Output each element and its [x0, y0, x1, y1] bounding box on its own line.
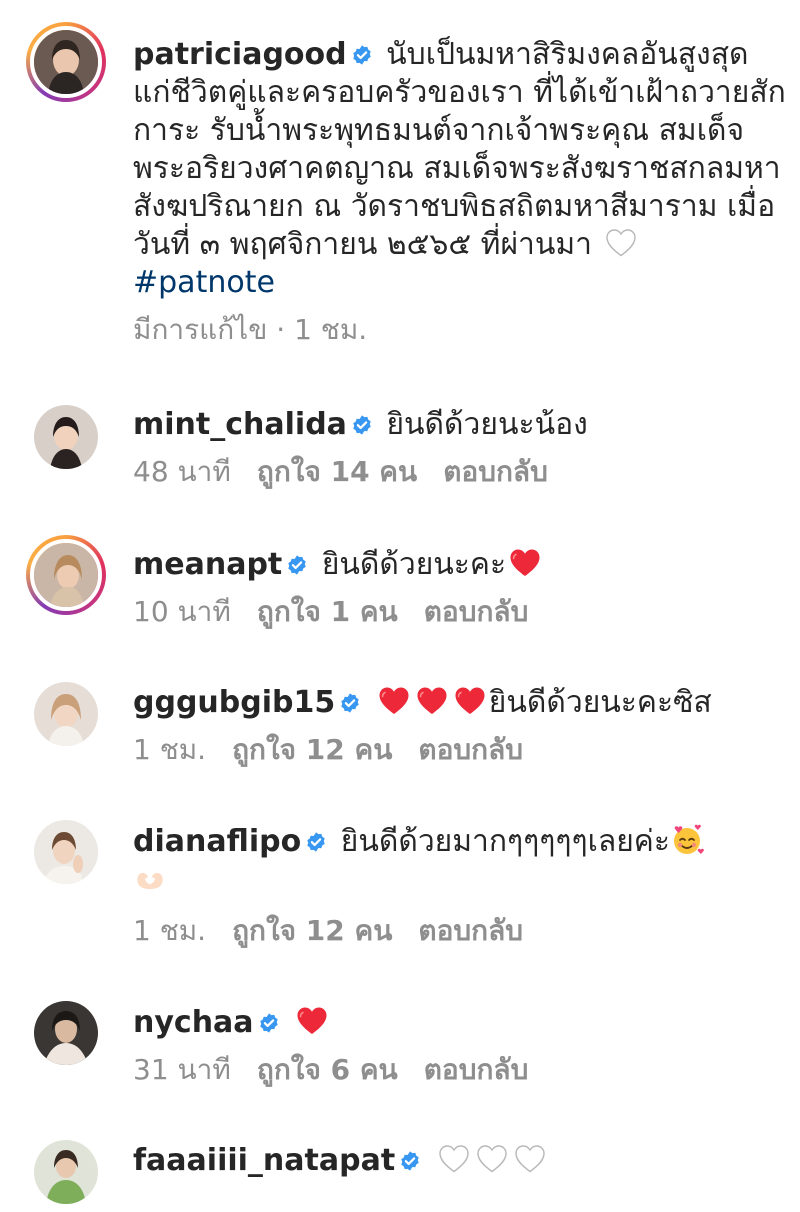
caption-meta: มีการแก้ไข · 1 ชม. — [133, 312, 790, 348]
username-link[interactable]: nychaa — [133, 1005, 254, 1040]
white-heart-emoji — [605, 228, 637, 258]
likes-count-link[interactable]: ถูกใจ 1 คน — [257, 595, 398, 628]
username-link[interactable]: gggubgib15 — [133, 685, 335, 720]
white-heart-emoji — [476, 1144, 508, 1174]
username-link[interactable]: dianaflipo — [133, 824, 301, 859]
comment-meta: 1 ชม. ถูกใจ 12 คน ตอบกลับ — [133, 732, 790, 768]
verified-badge-icon — [286, 554, 308, 576]
verified-badge-icon — [399, 1150, 421, 1172]
comment-meta: 48 นาที ถูกใจ 14 คน ตอบกลับ — [133, 454, 790, 490]
likes-count-link[interactable]: ถูกใจ 14 คน — [257, 455, 417, 488]
red-heart-emoji — [454, 686, 486, 716]
avatar-image — [34, 1140, 98, 1204]
verified-badge-icon — [339, 692, 361, 714]
comment: dianaflipo ยินดีด้วยมากๆๆๆๆๆเลยค่ะ 1 ชม.… — [133, 823, 790, 949]
verified-badge-icon — [351, 44, 373, 66]
verified-badge-icon — [258, 1012, 280, 1034]
red-heart-emoji — [378, 686, 410, 716]
comment-time: 10 นาที — [133, 595, 231, 628]
avatar-patriciagood[interactable] — [26, 22, 106, 102]
comment-text: ยินดีด้วยนะน้อง — [386, 407, 588, 442]
avatar-image — [30, 26, 102, 98]
likes-count-link[interactable]: ถูกใจ 12 คน — [232, 733, 392, 766]
username-link[interactable]: meanapt — [133, 547, 282, 582]
comment: faaaiiii_natapat — [133, 1142, 790, 1180]
reply-button[interactable]: ตอบกลับ — [443, 455, 548, 488]
avatar-mint-chalida[interactable] — [26, 397, 106, 477]
avatar-image — [34, 820, 98, 884]
comment-meta: 31 นาที ถูกใจ 6 คน ตอบกลับ — [133, 1052, 790, 1088]
heart-hands-emoji — [133, 861, 167, 895]
comment: nychaa 31 นาที ถูกใจ 6 คน ตอบกลับ — [133, 1004, 790, 1088]
comment-time: 48 นาที — [133, 455, 231, 488]
reply-button[interactable]: ตอบกลับ — [424, 1053, 529, 1086]
white-heart-emoji — [514, 1144, 546, 1174]
comment-meta: 1 ชม. ถูกใจ 12 คน ตอบกลับ — [133, 913, 790, 949]
smiling-face-with-hearts-emoji — [670, 823, 704, 857]
username-link[interactable]: faaaiiii_natapat — [133, 1143, 395, 1178]
reply-button[interactable]: ตอบกลับ — [424, 595, 529, 628]
comment-time: 1 ชม. — [133, 914, 207, 947]
red-heart-emoji — [509, 548, 541, 578]
reply-button[interactable]: ตอบกลับ — [418, 914, 523, 947]
comment-text: ยินดีด้วยนะคะซิส — [488, 685, 712, 720]
avatar-meanapt[interactable] — [26, 535, 106, 615]
avatar-dianaflipo[interactable] — [26, 812, 106, 892]
comment: mint_chalida ยินดีด้วยนะน้อง 48 นาที ถูกใ… — [133, 406, 790, 490]
red-heart-emoji — [296, 1006, 328, 1036]
comment: meanapt ยินดีด้วยนะคะ 10 นาที ถูกใจ 1 คน ต… — [133, 546, 790, 630]
caption: patriciagood นับเป็นมหาสิริมงคลอันสูงสุด… — [133, 36, 790, 348]
avatar-gggubgib15[interactable] — [26, 674, 106, 754]
avatar-nychaa[interactable] — [26, 993, 106, 1073]
verified-badge-icon — [351, 414, 373, 436]
username-link[interactable]: patriciagood — [133, 37, 347, 72]
avatar-image — [34, 1001, 98, 1065]
avatar-image — [34, 405, 98, 469]
verified-badge-icon — [305, 831, 327, 853]
comment-text: ยินดีด้วยมากๆๆๆๆๆเลยค่ะ — [340, 824, 670, 859]
avatar-faaaiiii-natapat[interactable] — [26, 1132, 106, 1212]
comment-time: 31 นาที — [133, 1053, 231, 1086]
comment: gggubgib15 ยินดีด้วยนะคะซิส 1 ชม. ถูกใจ 1… — [133, 684, 790, 768]
comment-meta: 10 นาที ถูกใจ 1 คน ตอบกลับ — [133, 594, 790, 630]
avatar-image — [34, 682, 98, 746]
edited-time-label: มีการแก้ไข · 1 ชม. — [133, 313, 368, 346]
hashtag-link[interactable]: #patnote — [133, 265, 275, 300]
comment-time: 1 ชม. — [133, 733, 207, 766]
username-link[interactable]: mint_chalida — [133, 407, 347, 442]
avatar-image — [30, 539, 102, 611]
caption-text-block: patriciagood นับเป็นมหาสิริมงคลอันสูงสุด… — [133, 36, 790, 302]
likes-count-link[interactable]: ถูกใจ 6 คน — [257, 1053, 398, 1086]
likes-count-link[interactable]: ถูกใจ 12 คน — [232, 914, 392, 947]
red-heart-emoji — [416, 686, 448, 716]
white-heart-emoji — [438, 1144, 470, 1174]
comment-text: ยินดีด้วยนะคะ — [321, 547, 507, 582]
reply-button[interactable]: ตอบกลับ — [418, 733, 523, 766]
